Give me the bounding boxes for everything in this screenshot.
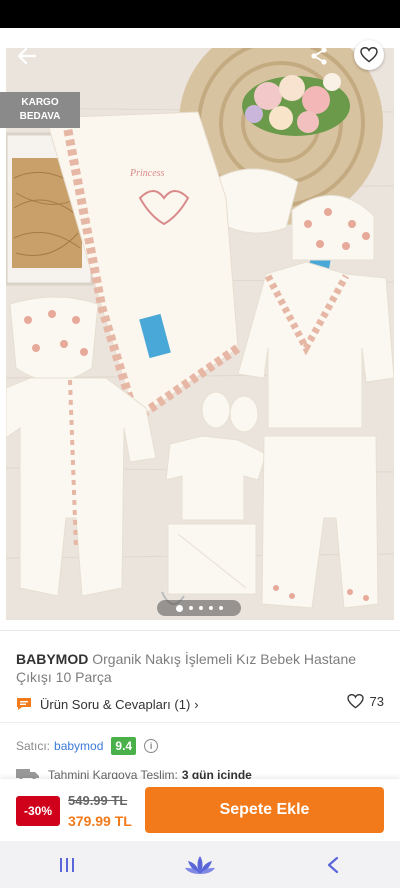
home-button[interactable] [170, 845, 230, 885]
product-title: BABYMOD Organik Nakış İşlemeli Kız Bebek… [16, 650, 384, 686]
divider [0, 630, 400, 631]
info-icon[interactable]: i [144, 739, 159, 753]
brand-name[interactable]: BABYMOD [16, 651, 88, 667]
product-photo: Princess [6, 48, 394, 620]
recent-apps-button[interactable] [37, 845, 97, 885]
heart-outline-icon [360, 47, 378, 63]
arrow-left-icon [17, 47, 37, 65]
share-button[interactable] [304, 42, 334, 70]
favorite-button[interactable] [354, 40, 384, 70]
qa-label[interactable]: Ürün Soru & Cevapları (1) [40, 697, 190, 712]
add-to-cart-button[interactable]: Sepete Ekle [145, 787, 384, 833]
lotus-home-icon [184, 855, 215, 874]
seller-score-badge: 9.4 [111, 737, 137, 755]
status-bar [0, 0, 400, 28]
discount-badge: -30% [16, 796, 60, 826]
seller-name-link[interactable]: babymod [54, 739, 103, 753]
seller-info: Satıcı: babymod 9.4 i [16, 736, 159, 756]
current-price: 379.99 TL [68, 813, 132, 829]
free-shipping-badge-line1: KARGO [21, 97, 59, 108]
nav-back-button[interactable] [303, 845, 363, 885]
heart-outline-icon [346, 694, 364, 709]
chevron-right-icon: › [194, 696, 199, 712]
carousel-dot[interactable] [208, 606, 213, 610]
favorite-count[interactable]: 73 [346, 694, 384, 709]
back-button[interactable] [12, 42, 42, 70]
svg-text:Princess: Princess [129, 168, 165, 179]
carousel-dot[interactable] [175, 604, 183, 612]
free-shipping-badge-line2: BEDAVA [19, 111, 61, 122]
purchase-bar: -30% 549.99 TL 379.99 TL Sepete Ekle [0, 779, 400, 841]
carousel-dot[interactable] [188, 606, 193, 610]
chat-bubble-icon [17, 698, 31, 710]
carousel-dot[interactable] [198, 606, 203, 610]
chevron-left-icon [328, 856, 339, 873]
share-icon [311, 47, 327, 65]
carousel-pagination[interactable] [157, 600, 241, 616]
product-image-carousel[interactable]: Princess KARGO BEDAVA [0, 28, 400, 630]
free-shipping-badge: KARGO BEDAVA [0, 92, 80, 128]
old-price: 549.99 TL [68, 793, 128, 808]
system-nav-bar [0, 841, 400, 888]
qa-link[interactable]: Ürün Soru & Cevapları (1) › 73 [16, 694, 384, 714]
recent-apps-icon [59, 857, 74, 872]
divider [0, 722, 400, 723]
carousel-dot[interactable] [218, 606, 223, 610]
favorite-count-value: 73 [369, 694, 384, 709]
seller-label: Satıcı: [16, 739, 51, 753]
